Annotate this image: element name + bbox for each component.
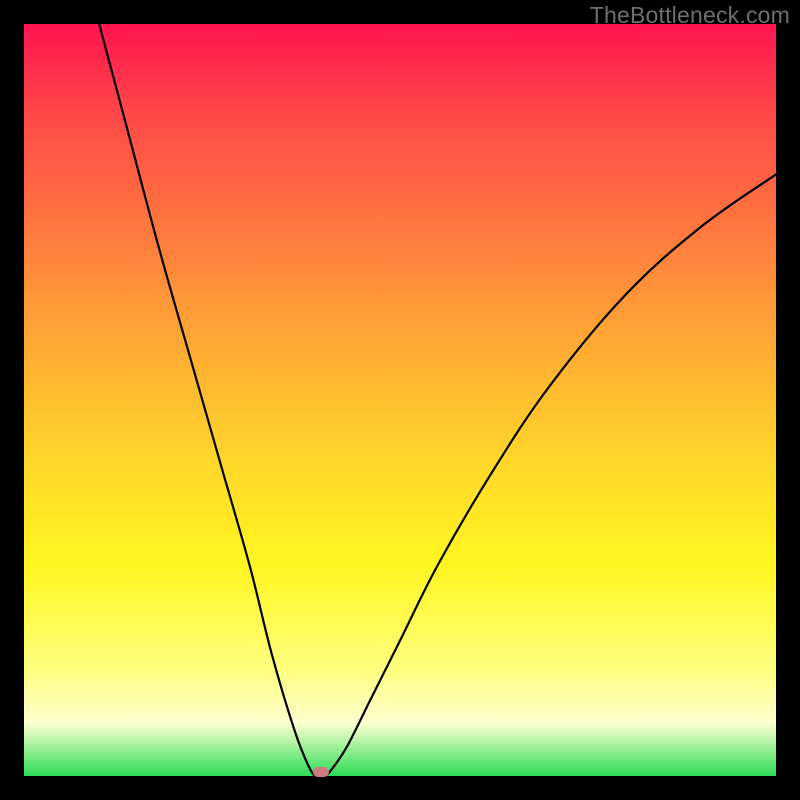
- watermark-text: TheBottleneck.com: [590, 2, 790, 29]
- minimum-marker: [313, 767, 329, 777]
- chart-plot-area: [24, 24, 776, 776]
- bottleneck-curve: [24, 24, 776, 776]
